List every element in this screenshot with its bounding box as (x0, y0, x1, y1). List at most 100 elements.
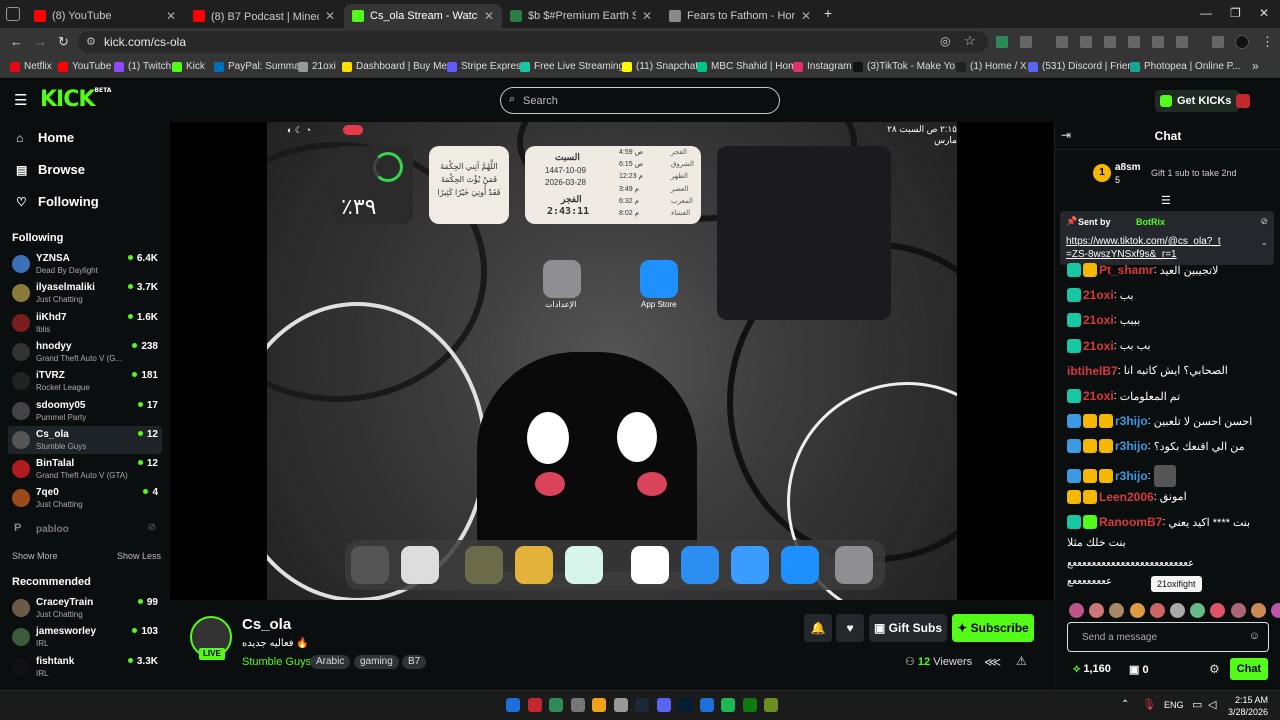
expand-pinned-icon[interactable]: ⌄ (1260, 237, 1268, 248)
sidebar-channel[interactable]: sdoomy05 Pummel Party 17 (8, 397, 162, 425)
sidebar-channel[interactable]: ilyaselmaliki Just Chatting 3.7K (8, 279, 162, 307)
emoji-icon[interactable]: ☺ (1249, 630, 1260, 642)
user-avatar[interactable] (1236, 94, 1250, 108)
link-icon[interactable] (1176, 36, 1188, 48)
chat-username[interactable]: Leen2006 (1099, 490, 1154, 504)
chatter-avatar[interactable] (1069, 603, 1084, 618)
bookmark-item[interactable]: Free Live Streaming... (520, 61, 632, 72)
show-less-link[interactable]: Show Less (117, 551, 161, 561)
taskbar-app-icon[interactable] (656, 698, 671, 712)
show-more-link[interactable]: Show More (12, 551, 58, 561)
language-indicator[interactable]: ENG (1164, 700, 1184, 710)
network-icon[interactable]: ▭ (1192, 698, 1202, 711)
leaderboard-toggle-icon[interactable]: ☰ (1161, 194, 1171, 207)
tag-chip[interactable]: Arabic (310, 655, 351, 669)
bookmark-item[interactable]: MBC Shahid | Home (697, 61, 802, 72)
taskbar-app-icon[interactable] (592, 698, 606, 712)
tab-close-icon[interactable]: ✕ (325, 9, 335, 23)
stream-category[interactable]: Stumble Guys (242, 656, 311, 668)
bookmark-item[interactable]: PayPal: Summary (214, 61, 308, 72)
tag-chip[interactable]: B7 (402, 655, 427, 669)
browser-tab[interactable]: Fears to Fathom - Home Alone ✕ (661, 4, 819, 28)
follow-heart-button[interactable]: ♥ (836, 614, 864, 642)
hamburger-menu-icon[interactable]: ☰ (14, 91, 27, 109)
taskbar-app-icon[interactable] (764, 698, 778, 712)
taskbar-app-icon[interactable] (527, 698, 542, 712)
bookmark-item[interactable]: Dashboard | Buy Me... (342, 61, 455, 72)
taskbar-app-icon[interactable] (613, 698, 628, 712)
forward-icon[interactable]: → (34, 34, 47, 49)
kick-logo[interactable]: KICKBETA (40, 87, 111, 112)
chat-settings-icon[interactable]: ⚙ (1209, 662, 1220, 676)
bookmark-item[interactable]: Instagram (793, 61, 851, 72)
sidebar-channel[interactable]: fishtank IRL 3.3K (8, 653, 162, 681)
sidebar-channel[interactable]: YZNSA Dead By Daylight 6.4K (8, 250, 162, 278)
tab-close-icon[interactable]: ✕ (166, 9, 176, 23)
chat-username[interactable]: RanoomB7 (1099, 515, 1162, 529)
nav-home[interactable]: ⌂ Home (16, 130, 74, 145)
notification-bell-button[interactable]: 🔔 (804, 614, 832, 642)
chatter-avatar[interactable] (1109, 603, 1125, 618)
chatter-avatar[interactable] (1190, 603, 1206, 618)
chatter-avatar[interactable] (1250, 603, 1266, 618)
taskbar-app-icon[interactable] (635, 698, 649, 712)
taskbar-app-icon[interactable] (721, 698, 735, 712)
taskbar-app-icon[interactable] (506, 698, 520, 712)
new-tab-button[interactable]: + (824, 5, 832, 21)
chat-username[interactable]: 21oxi (1083, 288, 1114, 302)
tab-close-icon[interactable]: ✕ (642, 9, 652, 23)
sidebar-channel[interactable]: iTVRZ Rocket League 181 (8, 367, 162, 395)
sidebar-channel[interactable]: 7qe0 Just Chatting 4 (8, 484, 162, 512)
send-chat-button[interactable]: Chat (1230, 658, 1268, 680)
tag-chip[interactable]: gaming (354, 655, 399, 669)
bookmark-item[interactable]: Stripe Express (447, 61, 526, 72)
chat-username[interactable]: 21oxi (1083, 313, 1114, 327)
download-icon[interactable] (1056, 36, 1068, 48)
tab-close-icon[interactable]: ✕ (801, 9, 811, 23)
chat-username[interactable]: 21oxi (1083, 389, 1114, 403)
chat-username[interactable]: ibtihelB7 (1067, 364, 1118, 378)
bookmark-item[interactable]: (1) Twitch (114, 61, 171, 72)
chat-username[interactable]: Pt_shamr (1099, 263, 1154, 277)
bookmark-item[interactable]: Netflix (10, 61, 52, 72)
close-window-icon[interactable]: ✕ (1259, 6, 1269, 20)
taskbar-clock[interactable]: 2:15 AM 3/28/2026 (1228, 694, 1268, 718)
report-icon[interactable]: ⚠ (1016, 654, 1027, 668)
chatter-avatar[interactable] (1129, 603, 1145, 618)
bookmark-item[interactable]: YouTube (58, 61, 111, 72)
browser-tab[interactable]: (8) YouTube ✕ (26, 4, 184, 28)
gift-subs-button[interactable]: ▣ Gift Subs (869, 614, 947, 642)
chat-username[interactable]: r3hijo (1115, 439, 1148, 453)
mic-icon[interactable]: 🎙 (1142, 698, 1156, 711)
volume-icon[interactable]: ◁ (1208, 698, 1216, 711)
bookmarks-overflow-icon[interactable]: » (1252, 59, 1259, 73)
top-gifter[interactable]: 1 a8sm 5 Gift 1 sub to take 2nd (1093, 162, 1273, 192)
taskbar-app-icon[interactable] (570, 698, 585, 712)
bookmark-item[interactable]: (1) Home / X (956, 61, 1027, 72)
back-icon[interactable]: ← (10, 34, 23, 49)
chat-username[interactable]: 21oxi (1083, 339, 1114, 353)
channel-name[interactable]: Cs_ola (242, 616, 291, 633)
tab-close-icon[interactable]: ✕ (484, 9, 494, 23)
tray-chevron-icon[interactable]: ⌃ (1121, 699, 1129, 710)
nav-following[interactable]: ♡ Following (16, 194, 99, 209)
chatter-avatar[interactable] (1170, 603, 1185, 618)
chatter-avatar[interactable] (1210, 603, 1226, 618)
chat-username[interactable]: r3hijo (1115, 414, 1148, 428)
reload-icon[interactable]: ↻ (58, 34, 69, 50)
nav-browse[interactable]: ▤ Browse (16, 162, 85, 177)
video-player[interactable]: ◐ ☾ ◔ ٢:١٥ ص السبت ٢٨ مارس ٪٣٩ اللَّهُمّ… (170, 122, 1054, 600)
chatter-avatar[interactable] (1271, 603, 1280, 618)
taskbar-app-icon[interactable] (678, 698, 692, 712)
bookmark-item[interactable]: (3)TikTok - Make Yo... (853, 61, 963, 72)
taskbar-app-icon[interactable] (549, 698, 563, 712)
sidebar-channel-offline[interactable]: P pabloo ⊘ (8, 516, 162, 544)
bookmark-item[interactable]: Kick (172, 61, 205, 72)
sidebar-channel[interactable]: jamesworley IRL 103 (8, 623, 162, 651)
gift-count[interactable]: ▣ 0 (1129, 663, 1149, 676)
share-icon[interactable]: ⋘ (984, 655, 1001, 669)
browser-tab[interactable]: (8) B7 Podcast | Minecraft | ٗ ِل ✕ (185, 4, 343, 28)
bookmark-item[interactable]: (11) Snapchat (622, 61, 698, 72)
sidebar-channel[interactable]: Cs_ola Stumble Guys 12 (8, 425, 162, 454)
browser-tab[interactable]: Cs_ola Stream - Watch Live ✕ (344, 4, 502, 28)
